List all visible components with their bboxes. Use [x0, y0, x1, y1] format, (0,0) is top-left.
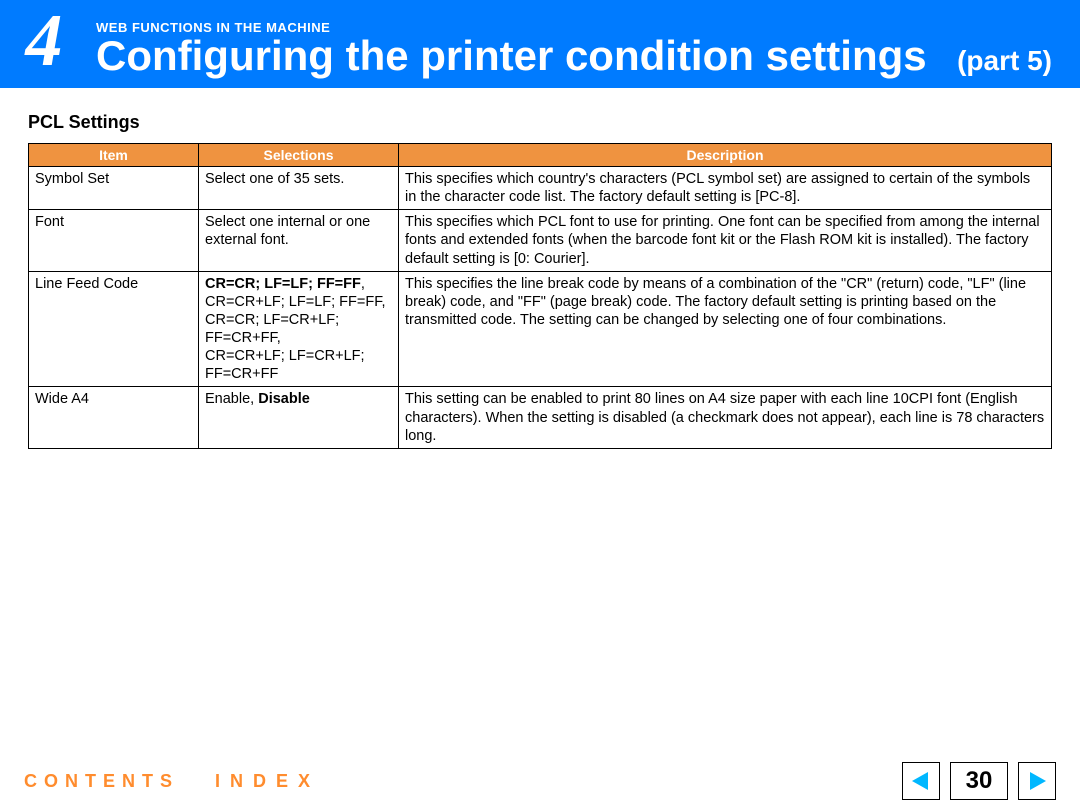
selection-lead: Enable,	[205, 391, 258, 407]
chapter-number: 4	[0, 0, 88, 88]
cell-description: This specifies the line break code by me…	[399, 271, 1052, 387]
cell-item: Symbol Set	[29, 167, 199, 210]
th-selections: Selections	[199, 144, 399, 167]
contents-link[interactable]: CONTENTS	[24, 771, 179, 792]
next-page-button[interactable]	[1018, 762, 1056, 800]
cell-selections: CR=CR; LF=LF; FF=FF, CR=CR+LF; LF=LF; FF…	[199, 271, 399, 387]
cell-selections: Select one internal or one external font…	[199, 210, 399, 271]
prev-page-button[interactable]	[902, 762, 940, 800]
table-row: Line Feed Code CR=CR; LF=LF; FF=FF, CR=C…	[29, 271, 1052, 387]
cell-item: Line Feed Code	[29, 271, 199, 387]
table-row: Wide A4 Enable, Disable This setting can…	[29, 387, 1052, 448]
header-text-block: WEB FUNCTIONS IN THE MACHINE Configuring…	[88, 0, 1080, 88]
page-title: Configuring the printer condition settin…	[96, 35, 927, 77]
th-description: Description	[399, 144, 1052, 167]
pager: 30	[902, 762, 1056, 800]
page-footer: CONTENTS INDEX 30	[0, 761, 1080, 809]
chapter-header: 4 WEB FUNCTIONS IN THE MACHINE Configuri…	[0, 0, 1080, 88]
cell-item: Wide A4	[29, 387, 199, 448]
cell-description: This specifies which country's character…	[399, 167, 1052, 210]
table-row: Symbol Set Select one of 35 sets. This s…	[29, 167, 1052, 210]
cell-description: This specifies which PCL font to use for…	[399, 210, 1052, 271]
triangle-left-icon	[910, 770, 932, 792]
selection-default-bold: Disable	[258, 391, 310, 407]
cell-selections: Enable, Disable	[199, 387, 399, 448]
part-label: (part 5)	[957, 45, 1052, 77]
triangle-right-icon	[1026, 770, 1048, 792]
th-item: Item	[29, 144, 199, 167]
pcl-settings-table: Item Selections Description Symbol Set S…	[28, 143, 1052, 449]
pcl-settings-heading: PCL Settings	[28, 112, 1052, 133]
cell-description: This setting can be enabled to print 80 …	[399, 387, 1052, 448]
cell-selections: Select one of 35 sets.	[199, 167, 399, 210]
page-number: 30	[950, 762, 1008, 800]
table-row: Font Select one internal or one external…	[29, 210, 1052, 271]
selection-default-bold: CR=CR; LF=LF; FF=FF	[205, 276, 361, 292]
cell-item: Font	[29, 210, 199, 271]
index-link[interactable]: INDEX	[215, 771, 320, 792]
